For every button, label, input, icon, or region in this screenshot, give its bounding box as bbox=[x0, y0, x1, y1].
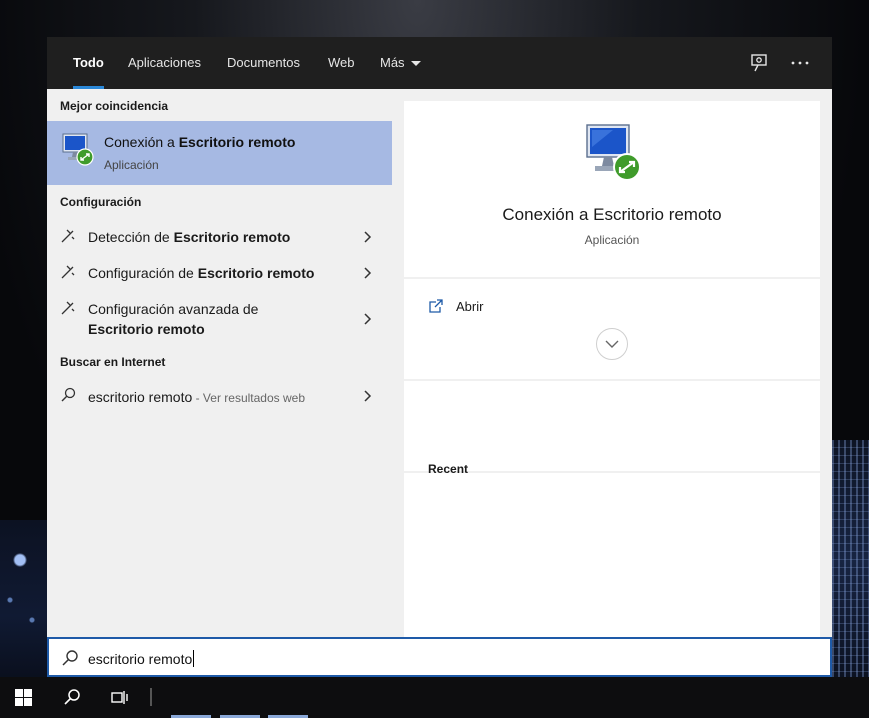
open-icon bbox=[429, 299, 443, 313]
open-label: Abrir bbox=[456, 299, 484, 314]
preview-header-card: Conexión a Escritorio remoto Aplicación bbox=[404, 101, 820, 277]
chevron-down-icon bbox=[410, 61, 421, 67]
preview-spacer-card bbox=[404, 381, 820, 471]
chevron-right-icon[interactable] bbox=[362, 266, 372, 280]
settings-result-prefix: Configuración de bbox=[88, 265, 198, 281]
preview-title: Conexión a Escritorio remoto bbox=[502, 205, 722, 224]
wallpaper-city-left bbox=[0, 520, 48, 680]
web-search-heading: Buscar en Internet bbox=[60, 355, 166, 369]
preview-recent-card bbox=[404, 473, 820, 637]
best-match-item[interactable]: Conexión a Escritorio remoto Aplicación bbox=[47, 121, 392, 185]
search-icon bbox=[61, 387, 76, 402]
tab-mas[interactable]: Más bbox=[380, 37, 421, 89]
search-icon bbox=[64, 689, 80, 705]
settings-result-item[interactable]: Configuración de Escritorio remoto bbox=[47, 257, 392, 287]
recent-heading: Recent bbox=[428, 462, 469, 476]
settings-result-label: Configuración de Escritorio remoto bbox=[88, 263, 314, 283]
wallpaper-city-right bbox=[832, 440, 869, 680]
task-view-icon bbox=[111, 691, 128, 704]
settings-result-bold: Escritorio remoto bbox=[173, 229, 291, 245]
best-match-subtitle: Aplicación bbox=[104, 158, 159, 172]
search-box[interactable]: escritorio remoto bbox=[47, 637, 832, 677]
best-match-heading: Mejor coincidencia bbox=[60, 99, 169, 113]
settings-result-bold: Escritorio remoto bbox=[88, 321, 205, 337]
chevron-right-icon[interactable] bbox=[362, 389, 372, 403]
preview-subtitle: Aplicación bbox=[584, 233, 640, 247]
taskbar-search-button[interactable] bbox=[48, 677, 96, 718]
windows-start-icon bbox=[15, 689, 32, 706]
chevron-down-icon bbox=[605, 340, 619, 348]
remote-desktop-icon bbox=[586, 124, 641, 181]
text-cursor bbox=[193, 650, 195, 667]
tab-label: Más bbox=[380, 55, 405, 70]
web-search-label: escritorio remoto - Ver resultados web bbox=[88, 387, 305, 408]
taskbar-separator bbox=[150, 688, 152, 706]
settings-result-prefix: Detección de bbox=[88, 229, 174, 245]
chevron-right-icon[interactable] bbox=[362, 230, 372, 244]
tab-web[interactable]: Web bbox=[328, 37, 355, 89]
expand-button[interactable] bbox=[596, 328, 628, 360]
settings-result-label: Configuración avanzada de Escritorio remo… bbox=[88, 299, 258, 339]
start-button[interactable] bbox=[0, 677, 48, 718]
best-match-title-prefix: Conexión a bbox=[104, 134, 179, 150]
tab-label: Aplicaciones bbox=[128, 55, 201, 70]
settings-result-bold: Escritorio remoto bbox=[197, 265, 315, 281]
settings-remote-icon bbox=[61, 265, 75, 279]
results-list: Mejor coincidencia Conexión a Escritorio… bbox=[47, 89, 392, 637]
tab-label: Todo bbox=[73, 55, 104, 70]
chevron-right-icon[interactable] bbox=[362, 312, 372, 326]
preview-pane: Conexión a Escritorio remoto Aplicación … bbox=[404, 101, 820, 637]
start-search-panel: Todo Aplicaciones Documentos Web Más Mej… bbox=[47, 37, 832, 677]
best-match-title-bold: Escritorio remoto bbox=[178, 134, 296, 150]
web-search-query: escritorio remoto bbox=[88, 389, 193, 405]
best-match-title: Conexión a Escritorio remoto bbox=[104, 134, 295, 150]
taskbar bbox=[0, 677, 869, 718]
web-search-hint: - Ver resultados web bbox=[192, 391, 305, 405]
tab-label: Documentos bbox=[227, 55, 300, 70]
search-input-value: escritorio remoto bbox=[88, 651, 193, 667]
search-filter-bar: Todo Aplicaciones Documentos Web Más bbox=[47, 37, 832, 89]
tab-aplicaciones[interactable]: Aplicaciones bbox=[128, 37, 201, 89]
search-input[interactable]: escritorio remoto bbox=[88, 650, 195, 667]
open-action[interactable]: Abrir bbox=[404, 287, 820, 325]
task-view-button[interactable] bbox=[96, 677, 144, 718]
tab-label: Web bbox=[328, 55, 355, 70]
settings-remote-icon bbox=[61, 229, 75, 243]
settings-result-prefix: Configuración avanzada de bbox=[88, 301, 259, 317]
settings-result-item[interactable]: Detección de Escritorio remoto bbox=[47, 221, 392, 251]
settings-result-label: Detección de Escritorio remoto bbox=[88, 227, 290, 247]
feedback-icon[interactable] bbox=[747, 51, 771, 75]
more-options-icon[interactable] bbox=[788, 51, 812, 75]
web-search-item[interactable]: escritorio remoto - Ver resultados web bbox=[47, 381, 392, 411]
remote-desktop-icon bbox=[62, 133, 94, 166]
search-icon bbox=[62, 650, 78, 666]
tab-documentos[interactable]: Documentos bbox=[227, 37, 300, 89]
settings-remote-icon bbox=[61, 301, 75, 315]
tab-todo[interactable]: Todo bbox=[73, 37, 104, 89]
settings-heading: Configuración bbox=[60, 195, 142, 209]
settings-result-item[interactable]: Configuración avanzada de Escritorio remo… bbox=[47, 293, 392, 341]
